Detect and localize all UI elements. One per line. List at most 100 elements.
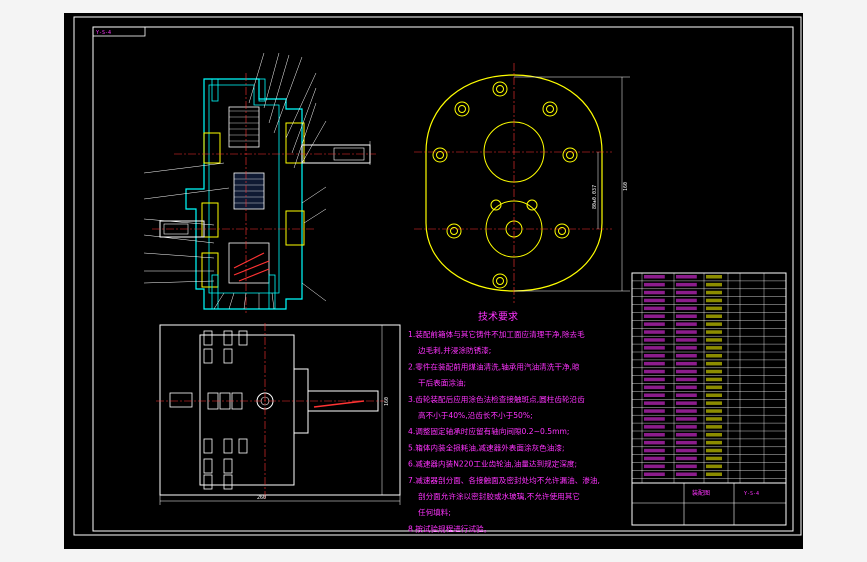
tech-requirements-lines: 1.装配前箱体与其它铸件不加工面应清理干净,除去毛边毛刺,并浸涂防锈漆; 2.零件…: [408, 329, 600, 533]
parts-list-cell-mark: [644, 393, 665, 397]
parts-list-cell-mark: [644, 369, 665, 374]
parts-list-cell-mark: [676, 314, 697, 318]
parts-list-cell-mark: [706, 417, 722, 421]
parts-list-cell-mark: [676, 275, 697, 279]
parts-list-cell-mark: [676, 377, 697, 382]
parts-list-cell-mark: [644, 456, 665, 461]
parts-list-cell-mark: [644, 385, 665, 390]
parts-list-cell-mark: [676, 330, 697, 334]
parts-list-cell-mark: [706, 369, 722, 374]
cad-viewport[interactable]: Y-S-4 160 80±0.037 260 160 技术要求 1.装配前箱体与…: [64, 13, 803, 549]
parts-list-cell-mark: [676, 322, 697, 326]
parts-list-cell-mark: [676, 448, 697, 453]
assembly-drawing: Y-S-4 160 80±0.037 260 160 技术要求 1.装配前箱体与…: [73, 16, 802, 536]
parts-list-cell-mark: [676, 456, 697, 461]
parts-list-cell-mark: [706, 361, 722, 366]
parts-list-cell-mark: [676, 346, 697, 350]
parts-list-cell-mark: [706, 433, 722, 437]
parts-list-cell-mark: [706, 314, 722, 318]
parts-list-cell-mark: [644, 298, 665, 303]
parts-list-cell-mark: [644, 361, 665, 366]
parts-list-cell-mark: [676, 354, 697, 358]
parts-list-cell-mark: [676, 361, 697, 366]
drawing-code: Y-S-4: [96, 30, 111, 36]
parts-list-cell-mark: [644, 401, 665, 405]
tech-requirement-line: 4.调整固定轴承时应留有轴向间隙0.2~0.5mm;: [408, 426, 569, 436]
parts-list-cell-mark: [706, 377, 722, 382]
parts-list: [631, 272, 787, 526]
parts-list-cell-mark: [706, 472, 722, 476]
parts-list-cell-mark: [676, 440, 697, 445]
tech-requirements: 技术要求 1.装配前箱体与其它铸件不加工面应清理干净,除去毛边毛刺,并浸涂防锈漆…: [408, 310, 600, 533]
parts-list-cell-mark: [676, 338, 697, 342]
tech-requirement-line: 边毛刺,并浸涂防锈漆;: [418, 345, 491, 355]
parts-list-cell-mark: [706, 306, 722, 311]
inner-frame: [92, 26, 794, 532]
parts-list-cell-mark: [644, 330, 665, 334]
parts-list-cell-mark: [644, 275, 665, 279]
parts-list-cell-mark: [644, 338, 665, 342]
parts-list-cell-mark: [644, 306, 665, 311]
parts-list-cell-mark: [706, 385, 722, 390]
parts-list-cell-mark: [676, 385, 697, 390]
parts-list-cell-mark: [706, 448, 722, 453]
parts-list-cell-mark: [644, 346, 665, 350]
parts-list-cell-mark: [706, 456, 722, 461]
tech-requirement-line: 5.箱体内装全损耗油,减速器外表面涂灰色油漆;: [408, 442, 565, 452]
parts-list-cell-mark: [706, 346, 722, 350]
parts-list-cell-mark: [676, 417, 697, 421]
parts-list-cell-mark: [644, 409, 665, 413]
title-block: 装配图 Y-S-4: [631, 482, 787, 526]
tech-requirement-line: 干后表面涂油;: [418, 378, 466, 388]
gear-height-dimension: 160: [384, 397, 390, 406]
top-view: 260 160: [156, 323, 401, 505]
tech-requirement-line: 2.零件在装配前用煤油清洗,轴承用汽油清洗干净,晾: [408, 361, 580, 371]
parts-list-cell-mark: [706, 322, 722, 326]
tech-requirement-line: 8.按试验规程进行试验。: [408, 523, 491, 533]
tech-requirements-title: 技术要求: [478, 310, 518, 323]
tech-requirement-line: 6.减速器内装N220工业齿轮油,油量达到规定深度;: [408, 459, 577, 469]
center-distance: 80±0.037: [592, 185, 598, 209]
parts-list-cell-mark: [644, 417, 665, 421]
parts-list-cell-mark: [706, 425, 722, 429]
parts-list-cell-mark: [644, 448, 665, 453]
parts-list-cell-mark: [706, 275, 722, 279]
tech-requirement-line: 1.装配前箱体与其它铸件不加工面应清理干净,除去毛: [408, 329, 585, 339]
parts-list-cell-mark: [676, 369, 697, 374]
parts-list-cell-mark: [644, 433, 665, 437]
title-block-title: 装配图: [692, 489, 710, 497]
parts-list-cell-mark: [706, 338, 722, 342]
parts-list-cell-mark: [706, 354, 722, 358]
title-block-code: Y-S-4: [744, 491, 759, 497]
parts-list-cell-mark: [644, 314, 665, 318]
parts-list-cell-mark: [706, 464, 722, 469]
parts-list-cell-mark: [644, 464, 665, 469]
parts-list-cell-mark: [706, 409, 722, 413]
tech-requirement-line: 任何填料;: [418, 507, 451, 517]
parts-list-cell-mark: [644, 472, 665, 476]
section-view: [143, 52, 376, 313]
parts-list-cell-mark: [644, 377, 665, 382]
parts-list-cell-mark: [676, 425, 697, 429]
parts-list-cell-mark: [676, 290, 697, 295]
parts-list-cell-mark: [676, 282, 697, 287]
parts-list-cell-mark: [706, 290, 722, 295]
height-dimension: 160: [623, 182, 629, 191]
parts-list-cell-mark: [676, 464, 697, 469]
parts-list-cell-mark: [676, 298, 697, 303]
parts-list-cell-mark: [676, 306, 697, 311]
tech-requirement-line: 3.齿轮装配后应用涂色法检查接触斑点,圆柱齿轮沿齿: [408, 394, 585, 404]
parts-list-cell-mark: [676, 472, 697, 476]
parts-list-cell-mark: [676, 401, 697, 405]
side-view: 160 80±0.037: [414, 63, 630, 303]
parts-list-cell-mark: [706, 298, 722, 303]
parts-list-cell-mark: [706, 440, 722, 445]
tech-requirement-line: 剖分面允许涂以密封胶或水玻璃,不允许使用其它: [418, 491, 580, 501]
parts-list-cell-mark: [644, 354, 665, 358]
parts-list-cell-mark: [706, 393, 722, 397]
parts-list-cell-mark: [706, 282, 722, 287]
parts-list-cell-mark: [644, 425, 665, 429]
parts-list-cell-mark: [644, 440, 665, 445]
parts-list-cell-mark: [644, 290, 665, 295]
parts-list-cell-mark: [676, 409, 697, 413]
